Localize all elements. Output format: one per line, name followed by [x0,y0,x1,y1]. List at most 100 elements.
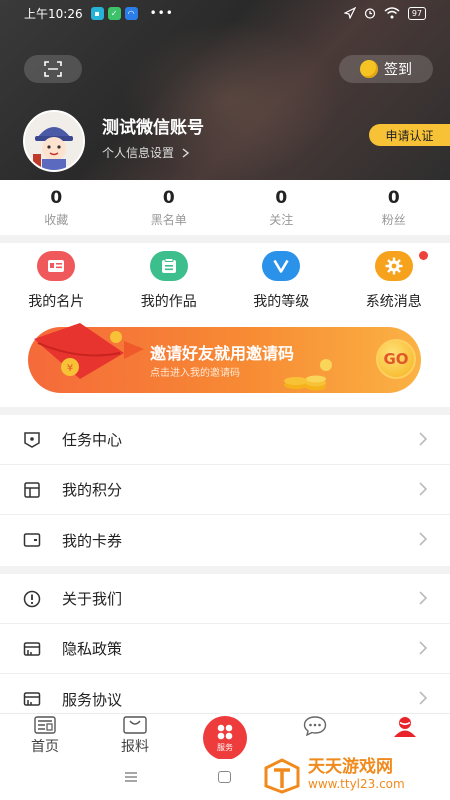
service-tab-button[interactable]: 服务 [203,716,247,760]
menu-label: 服务协议 [62,690,123,709]
tab-report[interactable]: 报料 [90,714,180,759]
more-notifications: ••• [149,6,174,20]
agreement-icon [22,689,42,709]
battery-icon: 97 [407,6,426,20]
menu-icon[interactable] [124,772,138,782]
menu-label: 隐私政策 [62,640,123,658]
apply-certification-button[interactable]: 申请认证 [369,124,450,146]
menu-label: 关于我们 [62,590,123,608]
avatar[interactable] [23,110,85,172]
chevron-right-icon [419,482,428,496]
chevron-right-icon [419,432,428,446]
coupon-icon [22,530,42,550]
username: 测试微信账号 [102,118,204,138]
tab-label: 首页 [31,739,59,755]
svg-text:¥: ¥ [67,363,73,374]
grid-icon [217,724,233,740]
stat-blacklist[interactable]: 0 黑名单 [113,180,226,235]
home-icon [34,716,56,734]
quick-actions: 我的名片 我的作品 我的等级 系统消息 [0,243,450,313]
settings-label: 个人信息设置 [102,146,175,160]
coin-stack-icon [284,359,332,391]
home-button-icon[interactable] [218,771,231,783]
go-button[interactable]: GO [376,339,416,379]
section-divider [0,235,450,243]
menu-task-center[interactable]: 任务中心 [0,415,450,465]
scan-icon [44,61,62,77]
stats-row: 0 收藏 0 黑名单 0 关注 0 粉丝 [0,180,450,235]
section-divider [0,566,450,574]
menu-label: 我的卡券 [62,531,123,550]
service-tab-label: 服务 [217,743,233,752]
points-icon [22,480,42,500]
menu-my-points[interactable]: 我的积分 [0,465,450,515]
quick-action-label: 我的名片 [28,294,85,310]
stat-value: 0 [387,187,400,208]
menu-privacy-policy[interactable]: 隐私政策 [0,624,450,674]
chevron-right-icon [182,147,190,158]
quick-action-business-card[interactable]: 我的名片 [0,243,113,313]
quick-action-system-messages[interactable]: 系统消息 [338,243,450,313]
coin-icon [360,60,378,78]
browser-notification-icon: ◠ [124,6,138,20]
location-icon [343,7,356,19]
info-icon [22,589,42,609]
profile-icon [394,717,416,737]
profile-header: 上午10:26 ▪ ✓ ◠ ••• 97 签到 测试微信账号 个人信息设置 申请… [0,0,450,180]
quick-action-label: 我的等级 [253,294,310,310]
menu-label: 任务中心 [62,431,123,449]
gear-icon [374,251,413,281]
app-notification-icon: ▪ [90,6,104,20]
chevron-right-icon [419,691,428,705]
menu-my-coupons[interactable]: 我的卡券 [0,515,450,565]
invite-banner[interactable]: ¥ 邀请好友就用邀请码 点击进入我的邀请码 GO [28,323,421,393]
stat-label: 粉丝 [381,212,406,227]
red-envelope-icon: ¥ [34,323,144,379]
checkin-label: 签到 [384,62,412,78]
task-icon [22,430,42,450]
check-notification-icon: ✓ [107,6,121,20]
stat-following[interactable]: 0 关注 [225,180,338,235]
watermark-title: 天天游戏网 [308,756,393,777]
stat-value: 0 [275,187,288,208]
profile-settings-link[interactable]: 个人信息设置 [102,144,190,161]
tab-label: 报料 [121,739,149,755]
section-divider [0,407,450,415]
status-time: 上午10:26 [24,6,83,21]
stat-favorites[interactable]: 0 收藏 [0,180,113,235]
privacy-icon [22,639,42,659]
chevron-right-icon [419,532,428,546]
banner-subtitle: 点击进入我的邀请码 [150,368,240,379]
chevron-right-icon [419,591,428,605]
stat-label: 关注 [269,212,294,227]
wifi-icon [384,7,400,19]
scan-button[interactable] [24,55,82,83]
level-icon [262,251,301,281]
stat-label: 黑名单 [150,212,187,227]
unread-badge [419,251,428,260]
status-bar: 上午10:26 ▪ ✓ ◠ ••• 97 [0,0,450,26]
report-icon [123,716,147,734]
alarm-icon [364,8,375,19]
stat-fans[interactable]: 0 粉丝 [338,180,450,235]
menu-label: 我的积分 [62,481,123,499]
works-icon [149,251,188,281]
menu-about-us[interactable]: 关于我们 [0,574,450,624]
cartoon-avatar-icon [25,112,83,170]
stat-value: 0 [162,187,175,208]
watermark: 天天游戏网 www.ttyl23.com [262,752,448,796]
quick-action-works[interactable]: 我的作品 [113,243,226,313]
chat-icon [303,716,327,736]
checkin-button[interactable]: 签到 [339,55,433,83]
quick-action-label: 系统消息 [365,294,422,310]
tab-home[interactable]: 首页 [0,714,90,759]
business-card-icon [37,251,76,281]
stat-label: 收藏 [44,212,69,227]
quick-action-label: 我的作品 [140,294,197,310]
watermark-logo-icon [264,758,300,794]
banner-title: 邀请好友就用邀请码 [150,344,295,363]
stat-value: 0 [50,187,63,208]
watermark-url: www.ttyl23.com [308,776,405,791]
chevron-right-icon [419,641,428,655]
quick-action-level[interactable]: 我的等级 [225,243,338,313]
